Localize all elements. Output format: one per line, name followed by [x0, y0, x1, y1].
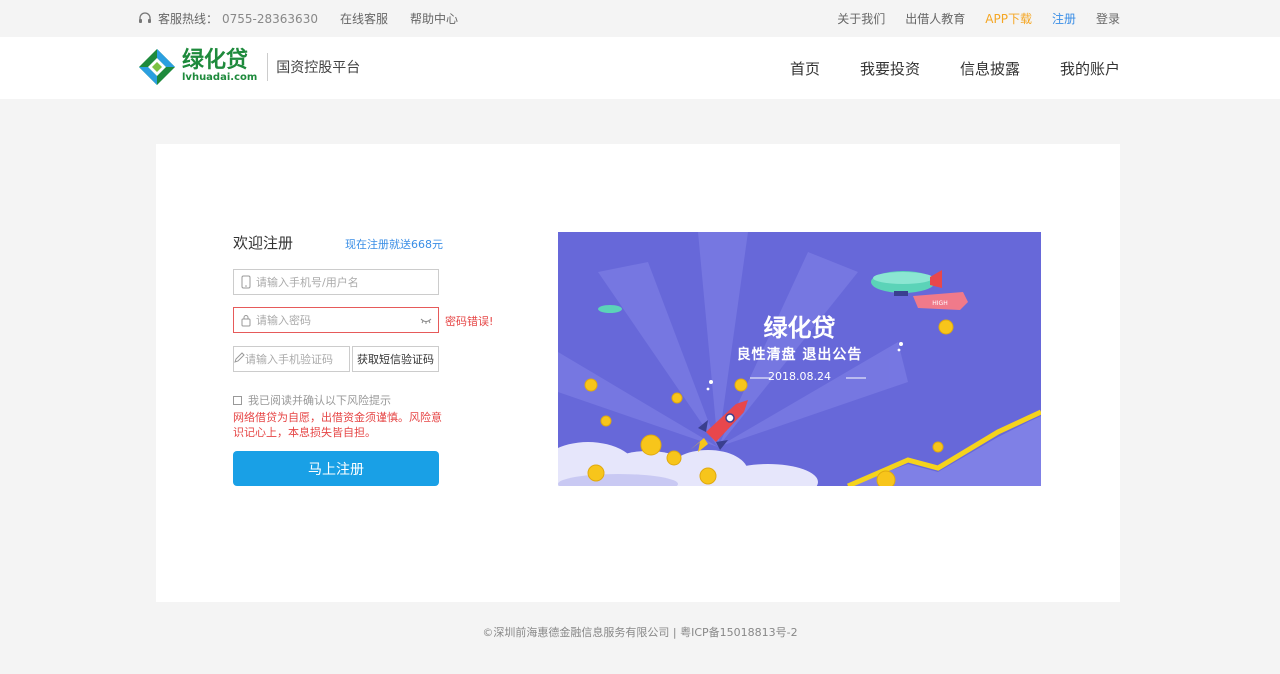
app-download-link[interactable]: APP下载 — [985, 10, 1032, 27]
brand-logo-icon — [139, 49, 175, 85]
logo-divider — [267, 53, 269, 81]
hotline: 客服热线： 0755-28363630 — [138, 10, 318, 27]
login-link[interactable]: 登录 — [1096, 10, 1120, 27]
password-placeholder: 请输入密码 — [256, 314, 311, 327]
hotline-label: 客服热线： — [158, 12, 219, 26]
banner-title: 绿化贷 — [763, 314, 836, 342]
logo-cn: 绿化贷 — [182, 48, 249, 73]
banner-subtitle: 良性清盘 退出公告 — [736, 347, 863, 363]
logo-text: 绿化贷 lvhuadai.com — [182, 50, 257, 84]
nav-invest[interactable]: 我要投资 — [860, 58, 920, 79]
register-card: 欢迎注册 现在注册就送668元 请输入手机号/用户名 请输入密码 密码错误! 请… — [156, 144, 1120, 602]
phone-input[interactable]: 请输入手机号/用户名 — [233, 269, 439, 295]
risk-warning: 网络借贷为自愿，出借资金须谨慎。风险意识记心上，本息损失皆自担。 — [233, 411, 442, 439]
phone-icon — [236, 275, 256, 289]
sms-placeholder: 请输入手机验证码 — [245, 353, 333, 366]
register-submit-button[interactable]: 马上注册 — [233, 451, 439, 486]
logo-en: lvhuadai.com — [182, 72, 258, 83]
nav-account[interactable]: 我的账户 — [1060, 58, 1120, 79]
agree-checkbox-row[interactable]: 我已阅读并确认以下风险提示 — [233, 392, 391, 408]
pencil-icon — [234, 352, 245, 366]
help-center-link[interactable]: 帮助中心 — [410, 10, 458, 27]
main-nav: 首页 我要投资 信息披露 我的账户 — [750, 37, 1120, 99]
banner-date: 2018.08.24 — [768, 370, 831, 383]
nav-disclosure[interactable]: 信息披露 — [960, 58, 1020, 79]
announcement-banner[interactable]: HIGH 绿化贷 良性清盘 退出公告 2018.08.24 — [558, 232, 1041, 486]
eye-closed-icon[interactable] — [420, 315, 432, 328]
footer-copyright: ©深圳前海惠德金融信息服务有限公司 | 粤ICP备15018813号-2 — [482, 626, 798, 639]
about-link[interactable]: 关于我们 — [837, 10, 885, 27]
header: 绿化贷 lvhuadai.com 国资控股平台 首页 我要投资 信息披露 我的账… — [0, 37, 1280, 99]
agree-text: 我已阅读并确认以下风险提示 — [248, 394, 391, 407]
logo[interactable]: 绿化贷 lvhuadai.com 国资控股平台 — [138, 48, 360, 86]
password-input[interactable]: 请输入密码 — [233, 307, 439, 333]
top-bar-right: 关于我们 出借人教育 APP下载 注册 登录 — [817, 0, 1120, 37]
top-bar: 客服热线： 0755-28363630 在线客服 帮助中心 关于我们 出借人教育… — [0, 0, 1280, 37]
lender-education-link[interactable]: 出借人教育 — [905, 10, 965, 27]
top-bar-left: 客服热线： 0755-28363630 在线客服 帮助中心 — [138, 0, 480, 37]
agree-checkbox[interactable] — [233, 395, 242, 405]
logo-tagline: 国资控股平台 — [276, 60, 361, 76]
online-service-link[interactable]: 在线客服 — [340, 10, 388, 27]
register-link[interactable]: 注册 — [1052, 10, 1076, 27]
headset-icon — [139, 11, 151, 23]
phone-placeholder: 请输入手机号/用户名 — [256, 276, 359, 289]
get-sms-code-button[interactable]: 获取短信验证码 — [352, 346, 439, 372]
lock-icon — [236, 314, 256, 327]
hotline-number: 0755-28363630 — [222, 11, 318, 26]
form-title: 欢迎注册 — [233, 234, 294, 252]
balloon-text: HIGH — [932, 300, 947, 307]
promo-link[interactable]: 现在注册就送668元 — [345, 236, 443, 252]
sms-code-input[interactable]: 请输入手机验证码 — [233, 346, 350, 372]
nav-home[interactable]: 首页 — [790, 58, 820, 79]
password-error: 密码错误! — [445, 315, 494, 328]
